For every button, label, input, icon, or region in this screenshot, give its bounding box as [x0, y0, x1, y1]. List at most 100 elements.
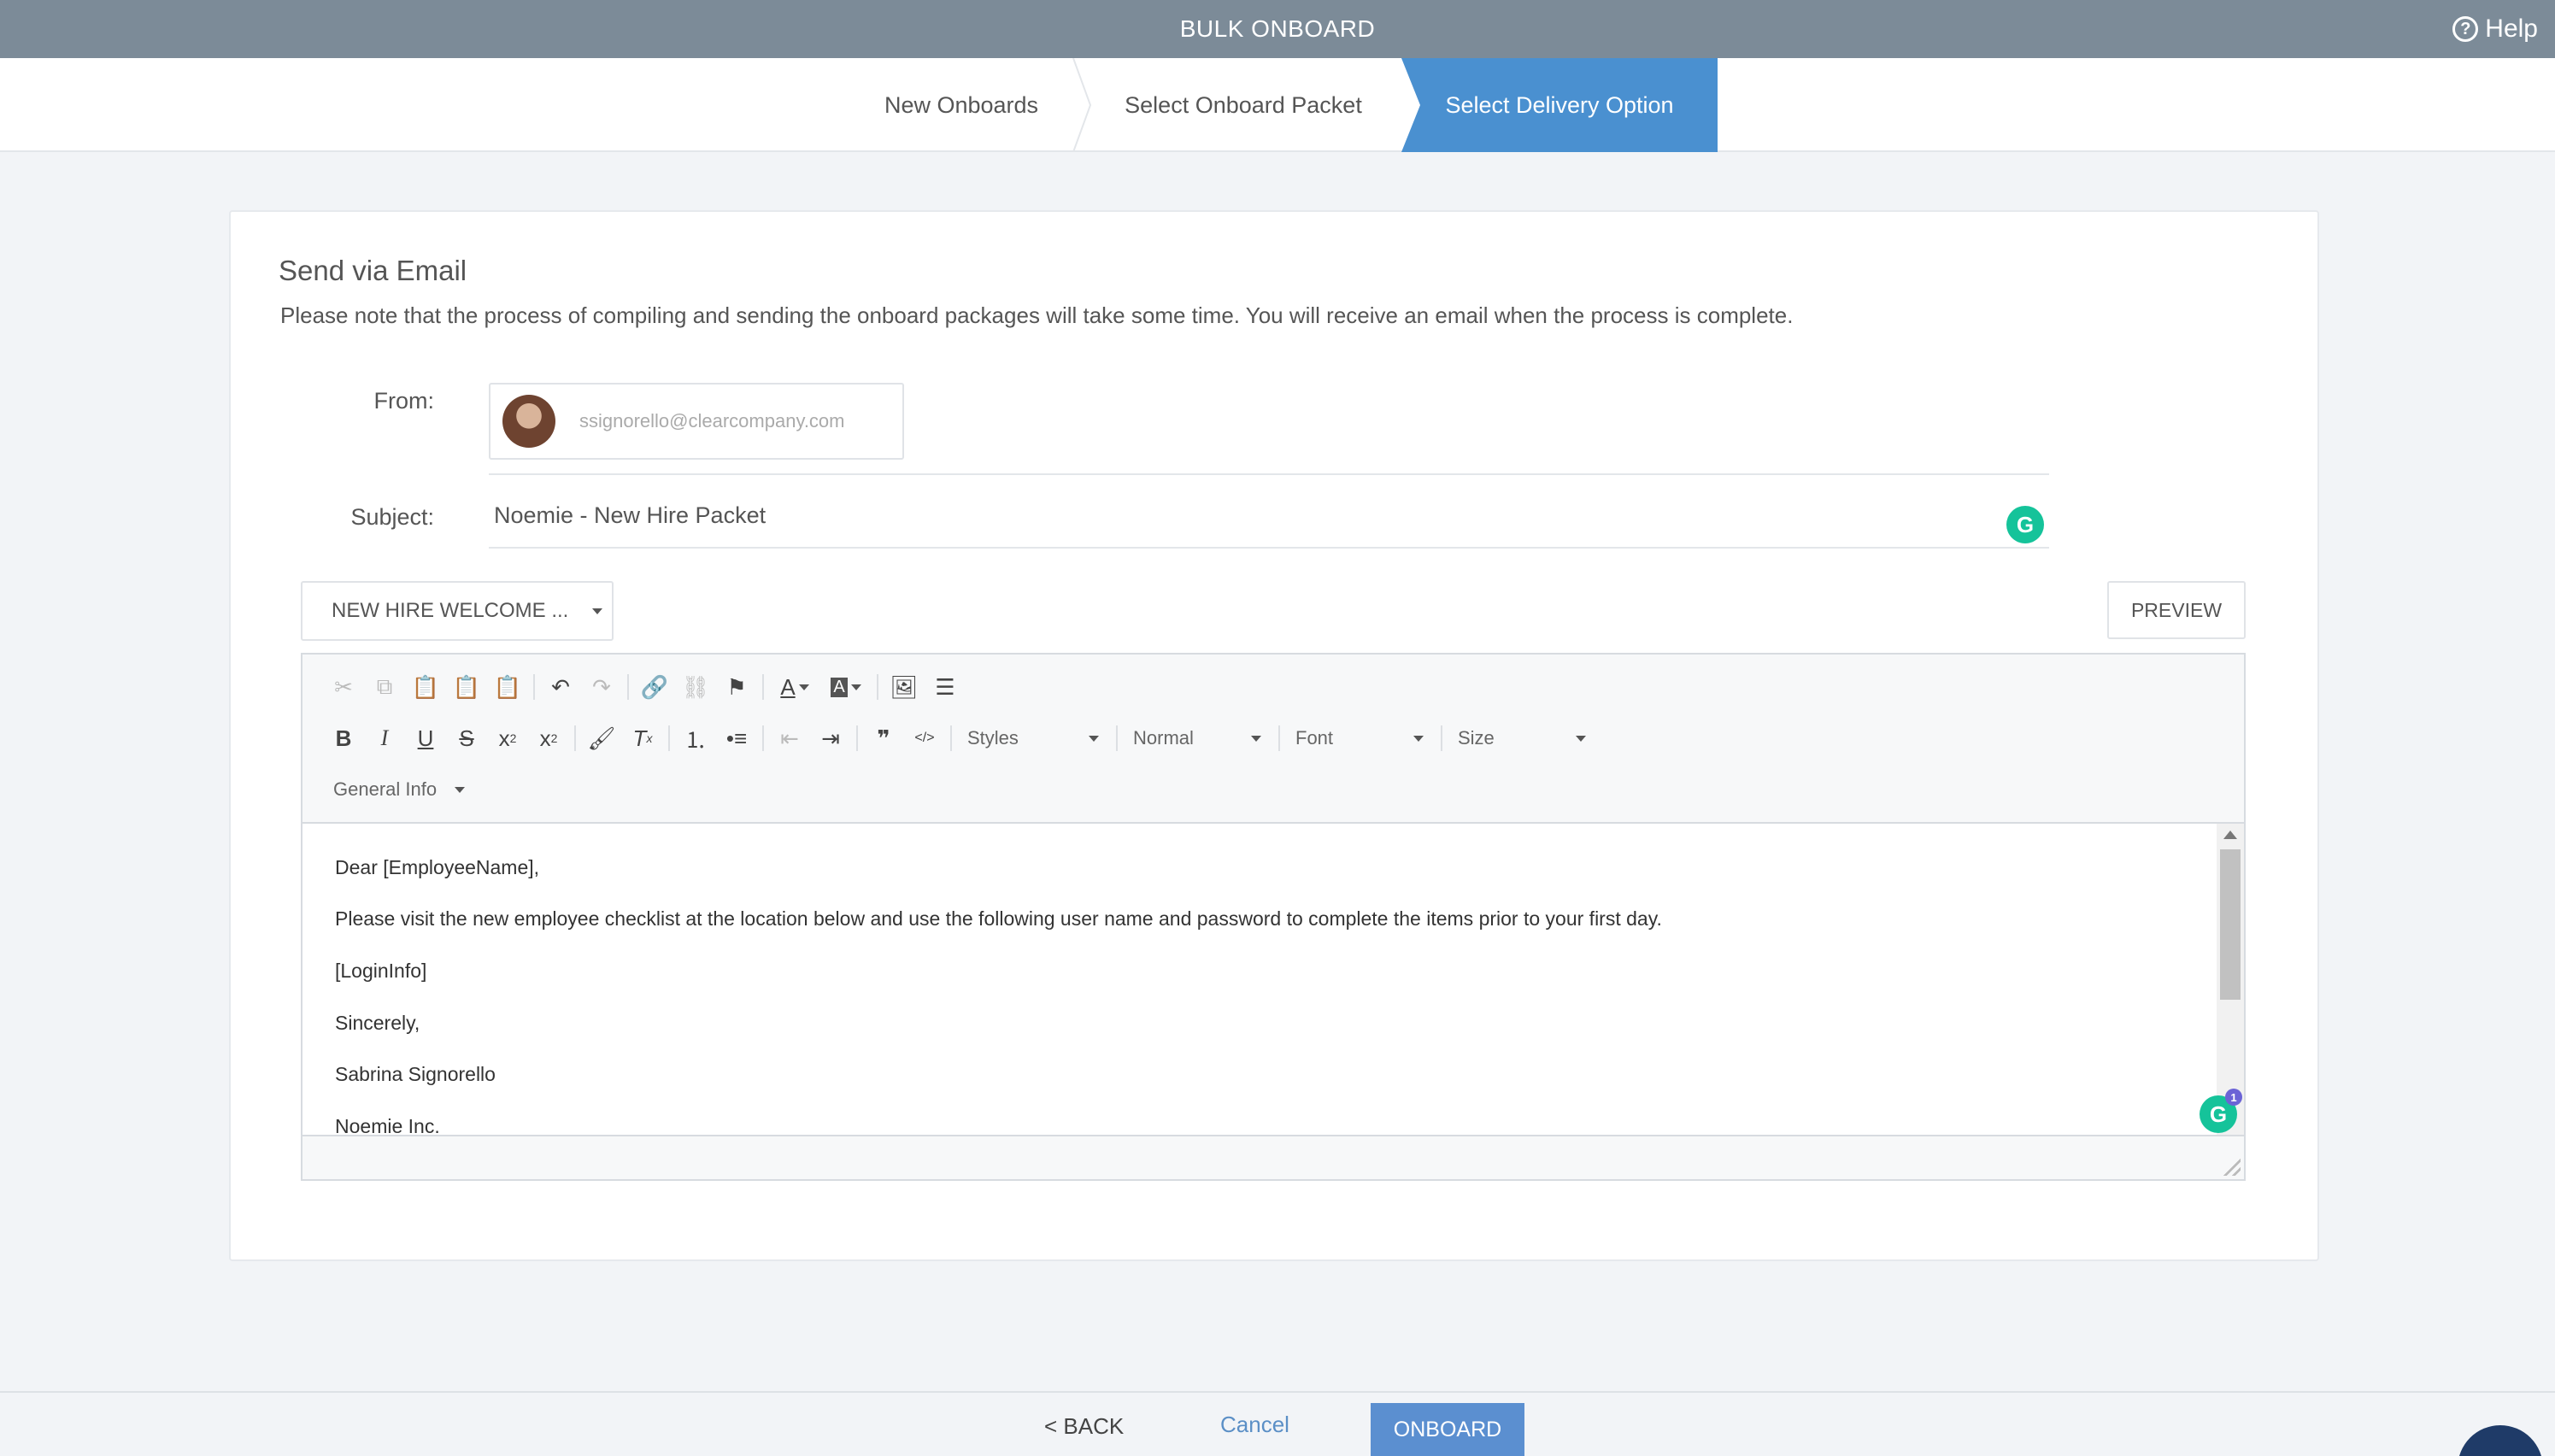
styles-label: Styles	[967, 727, 1019, 749]
size-select[interactable]: Size	[1448, 719, 1598, 757]
paste-word-icon[interactable]: 📋	[487, 668, 528, 706]
preview-button[interactable]: PREVIEW	[2107, 581, 2246, 639]
toolbar-separator	[574, 725, 576, 751]
grammarly-editor-icon[interactable]: G 1	[2200, 1089, 2242, 1133]
chevron-down-icon	[455, 786, 465, 793]
chevron-down-icon	[1413, 735, 1424, 742]
step-divider-icon	[1072, 58, 1092, 152]
paste-icon[interactable]: 📋	[405, 668, 446, 706]
toolbar-separator	[762, 725, 764, 751]
step-select-delivery-option[interactable]: Select Delivery Option	[1401, 58, 1718, 152]
format-select[interactable]: Normal	[1123, 719, 1273, 757]
avatar	[502, 395, 555, 448]
top-bar: BULK ONBOARD ? Help	[0, 0, 2555, 58]
chevron-down-icon	[1251, 735, 1261, 742]
redo-icon[interactable]: ↷	[581, 668, 622, 706]
email-line-signature-company: Noemie Inc.	[335, 1115, 440, 1136]
grammarly-icon[interactable]: G	[2006, 506, 2044, 543]
chevron-down-icon	[1089, 735, 1099, 742]
paste-text-icon[interactable]: 📋	[446, 668, 487, 706]
chevron-down-icon	[592, 608, 603, 614]
toolbar-separator	[856, 725, 858, 751]
undo-icon[interactable]: ↶	[540, 668, 581, 706]
scroll-thumb[interactable]	[2220, 849, 2241, 1000]
back-button[interactable]: < BACK	[1044, 1413, 1124, 1440]
size-label: Size	[1458, 727, 1495, 749]
bulleted-list-icon[interactable]: •≡	[716, 719, 757, 757]
toolbar-separator	[533, 674, 535, 700]
general-info-label: General Info	[333, 778, 438, 800]
grammarly-badge: 1	[2225, 1089, 2242, 1106]
resize-grip-icon[interactable]	[2223, 1159, 2241, 1176]
styles-select[interactable]: Styles	[957, 719, 1111, 757]
scroll-up-icon[interactable]	[2223, 831, 2237, 839]
editor-scrollbar[interactable]	[2217, 824, 2244, 1135]
toolbar-separator	[1116, 725, 1118, 751]
subject-underline	[489, 547, 2049, 549]
bg-color-icon[interactable]: A	[820, 668, 872, 706]
toolbar-separator	[1278, 725, 1280, 751]
subscript-icon[interactable]: x2	[487, 719, 528, 757]
subject-label: Subject:	[350, 504, 434, 530]
superscript-icon[interactable]: x2	[528, 719, 569, 757]
from-label: From:	[373, 388, 435, 414]
help-link[interactable]: ? Help	[2452, 0, 2538, 58]
rich-text-editor: ✂ ⧉ 📋 📋 📋 ↶ ↷ 🔗 ⛓ ⚑ A A 🖼 ☰ B I U S x2 x…	[301, 653, 2246, 1181]
font-label: Font	[1295, 727, 1334, 749]
from-divider	[489, 473, 2049, 475]
from-field[interactable]: ssignorello@clearcompany.com	[489, 383, 904, 460]
chevron-down-icon	[1576, 735, 1586, 742]
toolbar-row-1: ✂ ⧉ 📋 📋 📋 ↶ ↷ 🔗 ⛓ ⚑ A A 🖼 ☰	[323, 668, 966, 706]
toolbar-separator	[762, 674, 764, 700]
toolbar-separator	[627, 674, 629, 700]
unlink-icon[interactable]: ⛓	[675, 668, 716, 706]
subject-input[interactable]: Noemie - New Hire Packet	[494, 502, 766, 529]
italic-icon[interactable]: I	[364, 719, 405, 757]
toolbar-separator	[668, 725, 670, 751]
email-line-body: Please visit the new employee checklist …	[335, 907, 1662, 930]
toolbar-row-2: B I U S x2 x2 🖌 Tx ⒈ •≡ ⇤ ⇥ ❞ </> Styles…	[323, 719, 1598, 757]
anchor-flag-icon[interactable]: ⚑	[716, 668, 757, 706]
copy-format-icon[interactable]: 🖌	[581, 719, 622, 757]
help-icon: ?	[2452, 16, 2479, 42]
general-info-select[interactable]: General Info	[323, 771, 477, 808]
editor-content[interactable]: Dear [EmployeeName], Please visit the ne…	[302, 822, 2244, 1136]
email-line-greeting: Dear [EmployeeName],	[335, 856, 540, 878]
email-line-signature-name: Sabrina Signorello	[335, 1063, 496, 1085]
strikethrough-icon[interactable]: S	[446, 719, 487, 757]
step-new-onboards[interactable]: New Onboards	[863, 58, 1060, 152]
from-email: ssignorello@clearcompany.com	[579, 410, 845, 432]
format-label: Normal	[1133, 727, 1194, 749]
process-note: Please note that the process of compilin…	[280, 302, 1794, 328]
indent-icon[interactable]: ⇥	[810, 719, 851, 757]
email-line-login-info: [LoginInfo]	[335, 960, 427, 982]
help-label: Help	[2485, 15, 2538, 43]
blockquote-icon[interactable]: ❞	[863, 719, 904, 757]
bold-icon[interactable]: B	[323, 719, 364, 757]
email-line-closing: Sincerely,	[335, 1012, 420, 1034]
outdent-icon[interactable]: ⇤	[769, 719, 810, 757]
image-icon[interactable]: 🖼	[884, 668, 925, 706]
page-title: BULK ONBOARD	[1179, 15, 1376, 42]
text-color-icon[interactable]: A	[769, 668, 820, 706]
wizard-steps: New Onboards Select Onboard Packet Selec…	[0, 58, 2555, 152]
toolbar-separator	[950, 725, 952, 751]
numbered-list-icon[interactable]: ⒈	[675, 719, 716, 757]
template-select-value: NEW HIRE WELCOME ...	[332, 599, 569, 622]
cancel-button[interactable]: Cancel	[1220, 1412, 1289, 1438]
div-container-icon[interactable]: </>	[904, 719, 945, 757]
horizontal-rule-icon[interactable]: ☰	[925, 668, 966, 706]
template-select[interactable]: NEW HIRE WELCOME ...	[301, 581, 614, 641]
underline-icon[interactable]: U	[405, 719, 446, 757]
toolbar-separator	[1441, 725, 1442, 751]
card-title: Send via Email	[279, 255, 467, 286]
remove-format-icon[interactable]: Tx	[622, 719, 663, 757]
toolbar-row-3: General Info	[323, 771, 477, 808]
onboard-button[interactable]: ONBOARD	[1371, 1403, 1524, 1456]
link-icon[interactable]: 🔗	[634, 668, 675, 706]
step-select-onboard-packet[interactable]: Select Onboard Packet	[1094, 58, 1393, 152]
toolbar-separator	[877, 674, 878, 700]
cut-icon[interactable]: ✂	[323, 668, 364, 706]
copy-icon[interactable]: ⧉	[364, 668, 405, 706]
font-select[interactable]: Font	[1285, 719, 1436, 757]
